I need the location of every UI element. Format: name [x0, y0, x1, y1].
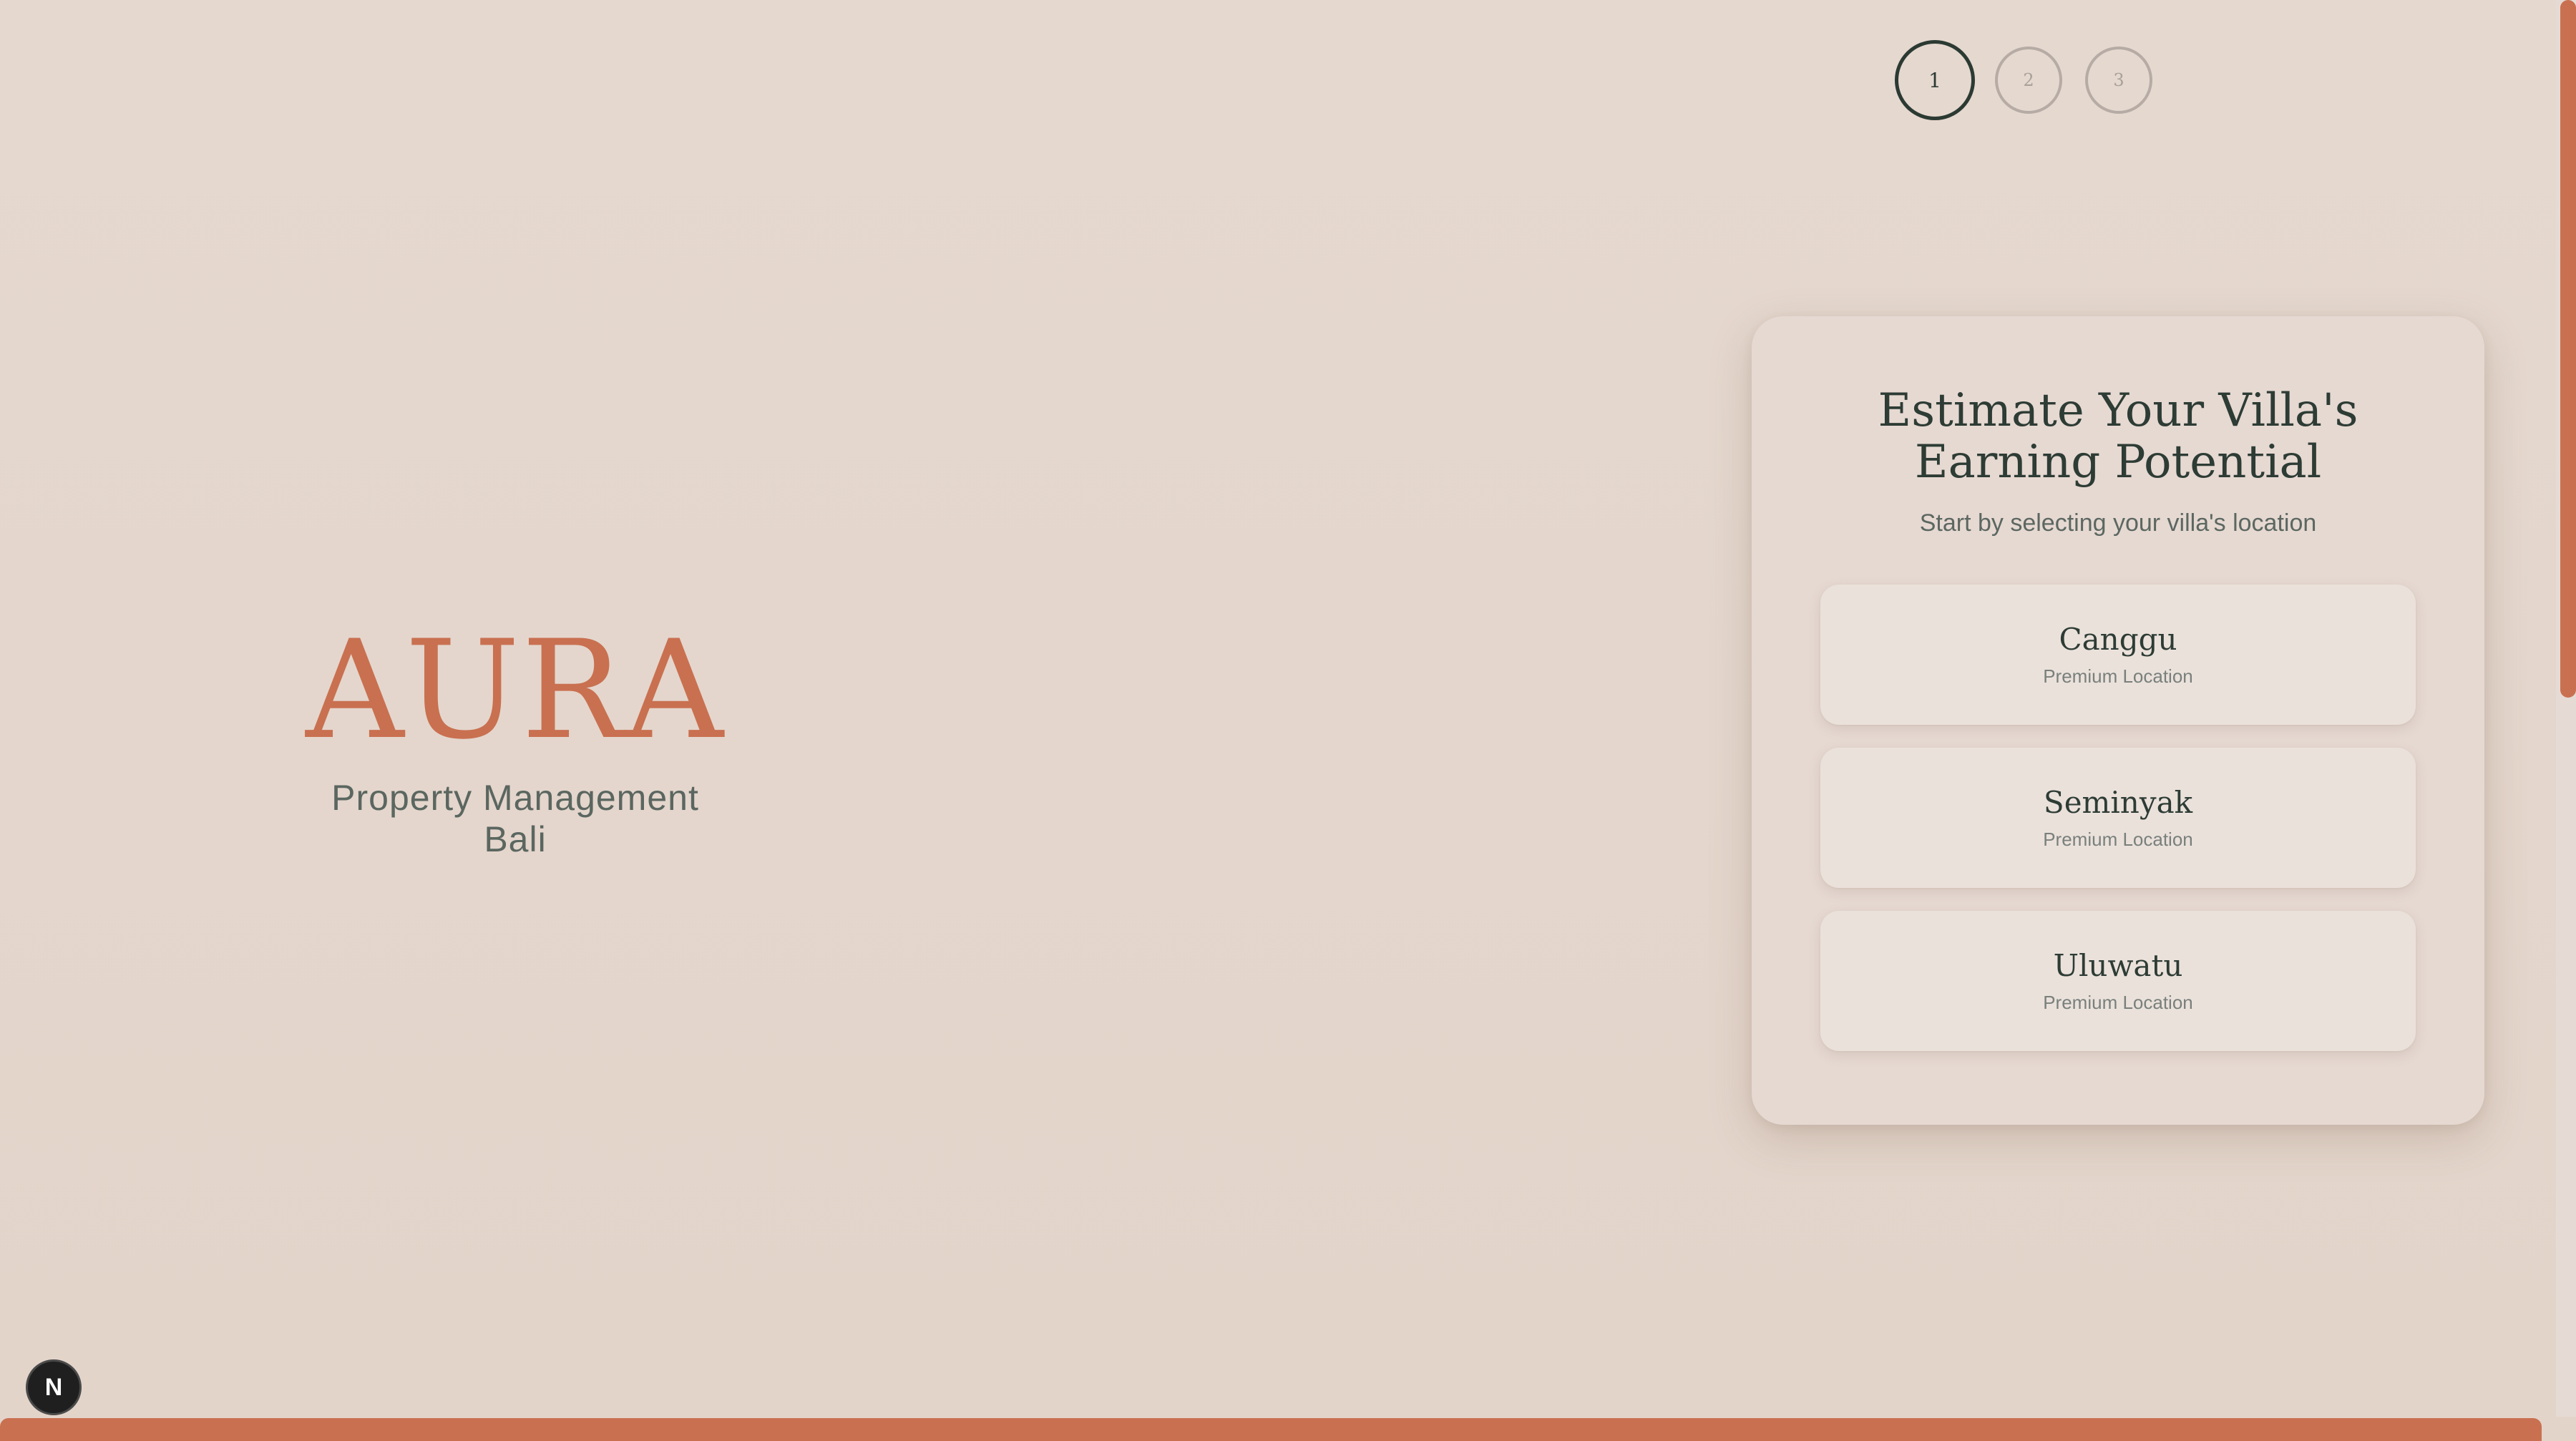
step-3[interactable]: 3: [2085, 47, 2152, 114]
step-2[interactable]: 2: [1995, 47, 2062, 114]
nextjs-icon[interactable]: N: [26, 1359, 82, 1415]
card-title: Estimate Your Villa's Earning Potential: [1878, 384, 2358, 489]
location-tag: Premium Location: [2043, 829, 2193, 850]
step-1[interactable]: 1: [1895, 40, 1975, 120]
brand-tagline: Property Management Bali: [331, 778, 699, 859]
location-option-uluwatu[interactable]: Uluwatu Premium Location: [1820, 911, 2416, 1051]
badge-label: N: [44, 1373, 63, 1401]
step-indicator: 1 2 3: [1895, 40, 2155, 120]
location-list: Canggu Premium Location Seminyak Premium…: [1820, 585, 2416, 1051]
estimate-card: Estimate Your Villa's Earning Potential …: [1752, 316, 2484, 1125]
location-name: Canggu: [2059, 622, 2177, 657]
location-option-canggu[interactable]: Canggu Premium Location: [1820, 585, 2416, 725]
page: 1 2 3 AURA Property Management Bali Esti…: [0, 0, 2576, 1441]
location-tag: Premium Location: [2043, 992, 2193, 1013]
scrollbar[interactable]: [2556, 0, 2576, 1417]
brand: AURA Property Management Bali: [301, 622, 730, 860]
brand-logo: AURA: [306, 611, 725, 769]
location-name: Uluwatu: [2053, 948, 2183, 983]
bottom-accent-bar: [0, 1418, 2542, 1441]
location-option-seminyak[interactable]: Seminyak Premium Location: [1820, 748, 2416, 888]
card-subtitle: Start by selecting your villa's location: [1919, 509, 2317, 537]
location-name: Seminyak: [2043, 785, 2193, 820]
location-tag: Premium Location: [2043, 665, 2193, 687]
scrollbar-thumb[interactable]: [2560, 0, 2576, 698]
